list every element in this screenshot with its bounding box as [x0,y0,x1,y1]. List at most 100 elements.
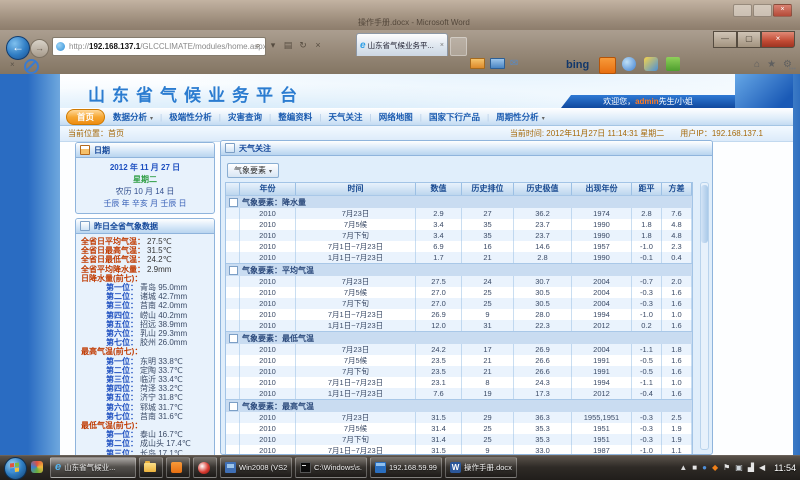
bg-minimize-button[interactable] [733,4,752,17]
table-row[interactable]: 20107月23日31.52936.31955,1951-0.32.5 [226,412,692,423]
pinned-app-icon[interactable] [31,461,43,473]
site-favicon [56,42,65,51]
table-row[interactable]: 20107月1日~7月23日31.5933.01987-1.01.1 [226,445,692,455]
search-icon[interactable]: ⌕ [252,39,264,52]
back-button[interactable]: ← [6,36,30,60]
taskbar-window-word[interactable]: W操作手册.docx .. [445,457,517,478]
tab-close-icon[interactable]: × [440,42,444,49]
table-cell: 36.3 [514,412,572,423]
nav-item-3[interactable]: 灾害查询 [228,111,262,123]
volume-icon[interactable]: ◀ [759,463,765,473]
table-group-header[interactable]: 气象要素：平均气温 [226,263,692,276]
bluetooth-icon[interactable]: ● [702,463,707,473]
taskbar-window-media[interactable] [193,457,217,478]
table-row[interactable]: 20107月下旬3.43523.719901.84.8 [226,230,692,241]
rdp-icon [375,462,386,473]
table-row[interactable]: 20107月1日~7月23日6.91614.61957-1.02.3 [226,241,692,252]
table-row[interactable]: 20107月5候23.52126.61991-0.51.6 [226,355,692,366]
card-icon[interactable] [490,58,505,69]
table-row[interactable]: 20107月下旬31.42535.31951-0.31.9 [226,434,692,445]
scrollbar-thumb[interactable] [701,185,708,243]
table-row[interactable]: 20107月5候27.02530.52004-0.31.6 [226,287,692,298]
table-row[interactable]: 20107月下旬27.02530.52004-0.31.6 [226,298,692,309]
weather-rank-line: 第一位：青岛 95.0mm [76,283,214,292]
dropdown-icon[interactable]: ▾ [267,39,279,52]
new-tab-button[interactable] [450,37,467,56]
command-bar-icons: ✉ [470,58,518,69]
taskbar-window-vm[interactable]: Win2008 (VS2... [220,457,292,478]
taskbar-window-ie[interactable]: e山东省气候业... [50,457,136,478]
table-group-header[interactable]: 气象要素：降水量 [226,195,692,208]
flame-icon[interactable]: ◆ [712,463,718,473]
messenger-icon[interactable] [622,57,636,71]
expand-checkbox-icon[interactable] [229,198,238,207]
bg-close-button[interactable]: × [773,4,792,17]
table-row[interactable]: 20107月23日2.92736.219742.87.6 [226,208,692,219]
table-group-header[interactable]: 气象要素：最高气温 [226,399,692,412]
table-row[interactable]: 20107月23日24.21726.92004-1.11.8 [226,344,692,355]
bg-maximize-button[interactable] [753,4,772,17]
app-icon[interactable] [644,57,658,71]
refresh-icon[interactable]: ↻ [297,39,309,52]
table-row[interactable]: 20101月1日~7月23日1.7212.81990-0.10.4 [226,252,692,263]
card-icon[interactable] [470,58,485,69]
table-row[interactable]: 20107月1日~7月23日23.1824.31994-1.11.0 [226,377,692,388]
table-group-header[interactable]: 气象要素：最低气温 [226,331,692,344]
nav-item-5[interactable]: 天气关注 [328,111,362,123]
table-row[interactable]: 20107月5候31.42535.31951-0.31.9 [226,423,692,434]
nav-item-8[interactable]: 周期性分析▾ [496,111,545,123]
taskbar-window-folder[interactable] [139,457,163,478]
forward-button[interactable]: → [30,39,49,58]
nav-item-2[interactable]: 极端性分析 [169,111,212,123]
page-icon[interactable]: ▤ [282,39,294,52]
table-cell: 7月1日~7月23日 [296,377,416,388]
hidden-icons-arrow[interactable]: ▲ [679,463,687,473]
close-button[interactable]: × [761,31,795,48]
browser-tab[interactable]: e 山东省气候业务平... × [356,33,448,56]
network-icon[interactable]: ▟ [748,463,754,473]
expand-checkbox-icon[interactable] [229,334,238,343]
expand-checkbox-icon[interactable] [229,266,238,275]
background-window-title: 操作手册.docx - Microsoft Word [358,17,470,28]
taskbar-windows: e山东省气候业... Win2008 (VS2...C:\Windows\s...… [50,457,517,478]
chevron-down-icon: ▾ [150,116,153,122]
more-icon[interactable]: ••• [789,66,796,73]
favorites-star-icon[interactable]: ★ [767,59,776,70]
table-row[interactable]: 20107月5候3.43523.719901.84.8 [226,219,692,230]
table-row[interactable]: 20101月1日~7月23日12.03122.320120.21.6 [226,320,692,331]
nav-item-4[interactable]: 整编资料 [278,111,312,123]
home-icon[interactable]: ⌂ [754,59,760,70]
plugin-icon[interactable] [666,57,680,71]
table-row[interactable]: 20107月下旬23.52126.61991-0.51.6 [226,366,692,377]
taskbar-window-cmd[interactable]: C:\Windows\s... [295,457,367,478]
addon-icon[interactable] [599,57,616,74]
bing-logo[interactable]: bing [566,59,589,71]
display-icon[interactable]: ▣ [735,463,743,473]
tray-clock[interactable]: 11:54 [774,463,796,473]
element-filter-button[interactable]: 气象要素▾ [227,163,279,178]
stop-icon[interactable]: × [312,39,324,52]
close-sidebar-icon[interactable]: × [10,60,15,69]
nav-item-1[interactable]: 数据分析▾ [113,111,153,123]
table-cell: 2010 [240,252,296,263]
flag-icon[interactable]: ⚑ [723,463,730,473]
nav-separator: | [369,112,371,122]
program-icon[interactable]: ■ [692,463,697,473]
expand-checkbox-icon[interactable] [229,402,238,411]
mail-icon[interactable]: ✉ [510,58,518,69]
nav-item-home[interactable]: 首页 [66,109,105,125]
nav-item-6[interactable]: 网络地图 [379,111,413,123]
start-button[interactable] [4,457,27,480]
address-bar[interactable]: http://192.168.137.1/GLCCLIMATE/modules/… [52,37,266,56]
taskbar-window-orange[interactable] [166,457,190,478]
nav-item-7[interactable]: 国家下行产品 [429,111,480,123]
table-row[interactable]: 20107月1日~7月23日26.9928.01994-1.01.0 [226,309,692,320]
table-cell: 35.3 [514,434,572,445]
maximize-button[interactable]: ▢ [737,31,761,48]
row-checkbox-cell [226,208,240,219]
minimize-button[interactable]: — [713,31,737,48]
taskbar-window-rdp[interactable]: 192.168.59.99... [370,457,442,478]
table-row[interactable]: 20107月23日27.52430.72004-0.72.0 [226,276,692,287]
table-scrollbar[interactable] [700,182,709,450]
table-row[interactable]: 20101月1日~7月23日7.61917.32012-0.41.6 [226,388,692,399]
